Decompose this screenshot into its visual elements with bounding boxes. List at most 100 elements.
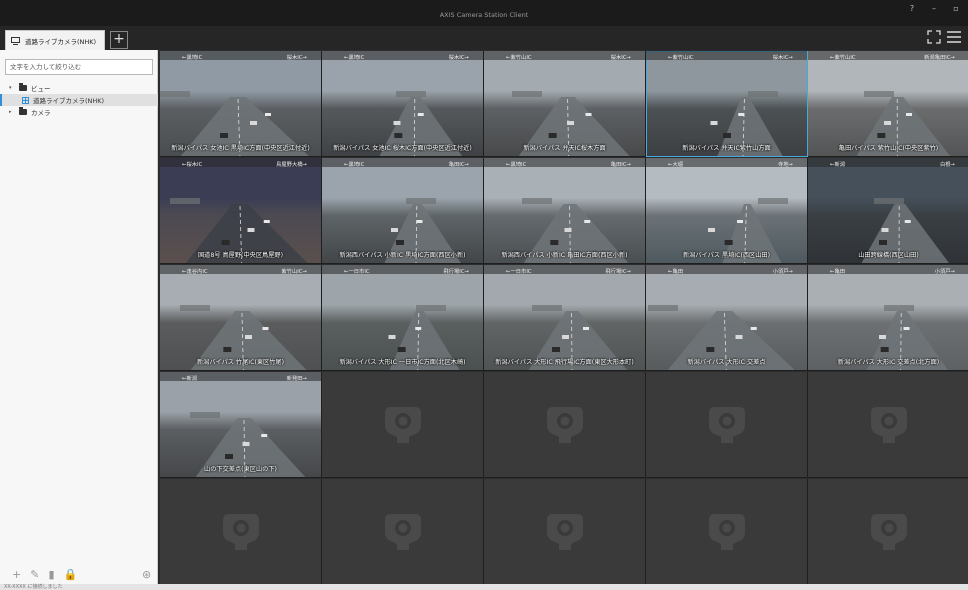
direction-left-label: ←紫竹山IC — [668, 55, 694, 61]
empty-camera-slot[interactable] — [808, 479, 968, 585]
camera-placeholder-icon — [870, 406, 907, 443]
delete-icon[interactable]: ▮ — [48, 568, 54, 581]
camera-tile[interactable]: ←亀田 小須戸→ 新潟バイパス 大形IC 交差点(北方面) — [808, 265, 968, 371]
empty-camera-slot[interactable] — [484, 372, 646, 478]
camera-tile[interactable]: ←亀田 小須戸→ 新潟バイパス 大形IC 交差点 — [646, 265, 808, 371]
camera-direction-bar: ←紫竹山IC 新潟亀田IC→ — [808, 51, 968, 61]
empty-camera-slot[interactable] — [160, 479, 322, 585]
camera-tile[interactable]: ←一日市IC 飛行場IC→ 新潟バイパス 大形IC 一日市IC方面(北区木崎) — [322, 265, 484, 371]
direction-left-label: ←亀田 — [830, 269, 846, 275]
minimize-button[interactable]: – — [928, 4, 940, 13]
lock-icon[interactable]: 🔒 — [64, 568, 78, 581]
camera-caption: 山田跨線橋(西区山田) — [858, 252, 919, 259]
direction-right-label: 飛行場IC→ — [443, 269, 469, 275]
direction-right-label: 小須戸→ — [772, 269, 793, 275]
window-controls: ? – ▫ — [906, 4, 962, 13]
camera-tile[interactable]: ←紫竹山IC 桜木IC→ 新潟バイパス 弁天IC紫竹山方面 — [646, 51, 808, 157]
navigation-tree: ▾ ビュー 道路ライブカメラ(NHK) ▸ カメラ — [0, 82, 158, 118]
add-tab-button[interactable]: + — [110, 31, 128, 49]
empty-camera-slot[interactable] — [808, 372, 968, 478]
camera-feed-image — [856, 91, 951, 156]
maximize-button[interactable]: ▫ — [950, 4, 962, 13]
camera-direction-bar: ←大堀 寺地→ — [646, 158, 807, 168]
camera-caption: 新潟バイパス 弁天IC桜木方面 — [523, 145, 606, 152]
tree-item-label: 道路ライブカメラ(NHK) — [33, 97, 105, 105]
tree-item-views[interactable]: ▾ ビュー — [0, 82, 158, 94]
camera-placeholder-icon — [222, 513, 259, 550]
camera-caption: 山の下交差点(東区山の下) — [204, 466, 277, 473]
menu-icon[interactable] — [946, 30, 962, 44]
empty-camera-slot[interactable] — [646, 479, 808, 585]
tree-item-cameras[interactable]: ▸ カメラ — [0, 106, 158, 118]
camera-caption: 新潟バイパス 竹尾IC(東区竹尾) — [196, 359, 285, 366]
tree-item-label: カメラ — [31, 109, 51, 117]
camera-caption: 国道8号 鳥屋野(中央区鳥屋野) — [198, 252, 283, 259]
camera-feed-image — [190, 412, 306, 477]
camera-direction-bar: ←新潟 新発田→ — [160, 372, 321, 382]
fullscreen-icon[interactable] — [927, 30, 941, 44]
camera-feed-image — [170, 198, 308, 263]
camera-feed-image — [528, 305, 628, 370]
camera-tile[interactable]: ←桜木IC 鳥屋野大橋→ 国道8号 鳥屋野(中央区鳥屋野) — [160, 158, 322, 264]
chevron-right-icon[interactable]: ▸ — [9, 109, 15, 115]
help-button[interactable]: ? — [906, 4, 918, 13]
camera-tile[interactable]: ←新潟 白根→ 山田跨線橋(西区山田) — [808, 158, 968, 264]
folder-icon — [19, 83, 27, 91]
tree-item-road-live-camera[interactable]: 道路ライブカメラ(NHK) — [0, 94, 158, 106]
camera-tile[interactable]: ←黒埼IC 桜木IC→ 新潟バイパス 女池IC 黒埼IC方面(中央区近江付近) — [160, 51, 322, 157]
camera-feed-image — [512, 91, 630, 156]
empty-camera-slot[interactable] — [646, 372, 808, 478]
direction-right-label: 亀田IC→ — [448, 162, 469, 168]
tab-road-live-camera[interactable]: 道路ライブカメラ(NHK) — [5, 30, 105, 50]
camera-direction-bar: ←亀田 小須戸→ — [808, 265, 968, 275]
direction-left-label: ←紫竹山IC — [506, 55, 532, 61]
camera-feed-image — [384, 198, 461, 263]
direction-left-label: ←紫竹山IC — [830, 55, 856, 61]
direction-left-label: ←黒埼IC — [506, 162, 527, 168]
edit-icon[interactable]: ✎ — [30, 568, 39, 581]
camera-direction-bar: ←黒埼IC 桜木IC→ — [160, 51, 321, 61]
direction-right-label: 桜木IC→ — [448, 55, 469, 61]
direction-left-label: ←大堀 — [668, 162, 684, 168]
camera-tile[interactable]: ←一日市IC 飛行場IC→ 新潟バイパス 大形IC 飛行場IC方面(東区大形本町) — [484, 265, 646, 371]
camera-feed-image — [648, 305, 795, 370]
camera-tile[interactable]: ←逢谷内IC 紫竹山IC→ 新潟バイパス 竹尾IC(東区竹尾) — [160, 265, 322, 371]
camera-tile[interactable]: ←新潟 新発田→ 山の下交差点(東区山の下) — [160, 372, 322, 478]
camera-caption: 新潟バイパス 女池IC 桜木IC方面(中央区近江付近) — [333, 145, 472, 152]
search-input[interactable] — [5, 59, 153, 75]
camera-placeholder-icon — [708, 406, 745, 443]
settings-icon[interactable]: ⊛ — [142, 568, 151, 581]
camera-direction-bar: ←桜木IC 鳥屋野大橋→ — [160, 158, 321, 168]
direction-right-label: 桜木IC→ — [286, 55, 307, 61]
camera-tile[interactable]: ←紫竹山IC 新潟亀田IC→ 亀田バイパス 紫竹山IC(中央区紫竹) — [808, 51, 968, 157]
camera-caption: 新潟バイパス 大形IC 交差点(北方面) — [837, 359, 940, 366]
direction-left-label: ←亀田 — [668, 269, 684, 275]
direction-left-label: ←逢谷内IC — [182, 269, 208, 275]
camera-tile[interactable]: ←紫竹山IC 桜木IC→ 新潟バイパス 弁天IC桜木方面 — [484, 51, 646, 157]
direction-left-label: ←黒埼IC — [182, 55, 203, 61]
camera-feed-image — [388, 305, 460, 370]
direction-right-label: 白根→ — [939, 162, 955, 168]
folder-icon — [19, 107, 27, 115]
status-bar: XX-XXXX に接続しました — [0, 584, 968, 590]
camera-tile[interactable]: ←黒埼IC 亀田IC→ 新潟西バイパス 小新IC 黒埼IC方面(西区小新) — [322, 158, 484, 264]
direction-right-label: 寺地→ — [777, 162, 793, 168]
direction-right-label: 鳥屋野大橋→ — [276, 162, 307, 168]
camera-tile[interactable]: ←黒埼IC 亀田IC→ 新潟西バイパス 小新IC 亀田IC方面(西区小新) — [484, 158, 646, 264]
direction-left-label: ←新潟 — [182, 376, 198, 382]
camera-tile[interactable]: ←大堀 寺地→ 新潟バイパス 黒埼IC(西区山田) — [646, 158, 808, 264]
direction-left-label: ←新潟 — [830, 162, 846, 168]
empty-camera-slot[interactable] — [484, 479, 646, 585]
add-icon[interactable]: + — [12, 568, 21, 581]
camera-caption: 新潟バイパス 大形IC 飛行場IC方面(東区大形本町) — [495, 359, 634, 366]
tree-item-label: ビュー — [31, 85, 51, 93]
camera-caption: 新潟バイパス 黒埼IC(西区山田) — [682, 252, 771, 259]
chevron-down-icon[interactable]: ▾ — [9, 85, 15, 91]
camera-direction-bar: ←逢谷内IC 紫竹山IC→ — [160, 265, 321, 275]
camera-tile[interactable]: ←黒埼IC 桜木IC→ 新潟バイパス 女池IC 桜木IC方面(中央区近江付近) — [322, 51, 484, 157]
grid-view-icon — [22, 96, 29, 104]
empty-camera-slot[interactable] — [322, 479, 484, 585]
empty-camera-slot[interactable] — [322, 372, 484, 478]
camera-feed-image — [180, 305, 307, 370]
direction-right-label: 飛行場IC→ — [605, 269, 631, 275]
